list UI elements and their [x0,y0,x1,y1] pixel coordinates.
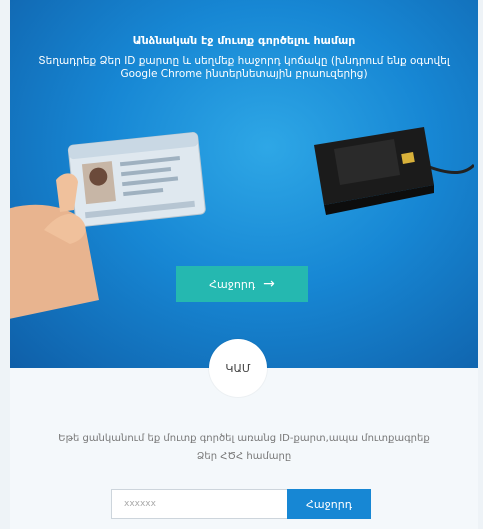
next-button-label: Հաջորդ [209,277,256,291]
ssn-input[interactable] [111,489,287,519]
hero-banner: Անձնական էջ մուտք գործելու համար Տեղադրե… [10,0,478,368]
arrow-right-icon: → [263,276,275,292]
ssn-form: Հաջորդ [111,489,371,519]
card-reader-illustration [314,127,474,215]
login-page: Անձնական էջ մուտք գործելու համար Տեղադրե… [0,0,483,529]
next-button[interactable]: Հաջորդ → [176,266,308,302]
hero-title: Անձնական էջ մուտք գործելու համար [132,34,356,47]
ssn-instruction: Եթե ցանկանում եք մուտք գործել առանց ID-ք… [58,433,430,462]
or-divider: ԿԱՄ [209,339,267,397]
hero-subtitle: Տեղադրեք Ձեր ID քարտը և սեղմեք հաջորդ կո… [38,55,450,80]
ssn-submit-button[interactable]: Հաջորդ [287,489,371,519]
